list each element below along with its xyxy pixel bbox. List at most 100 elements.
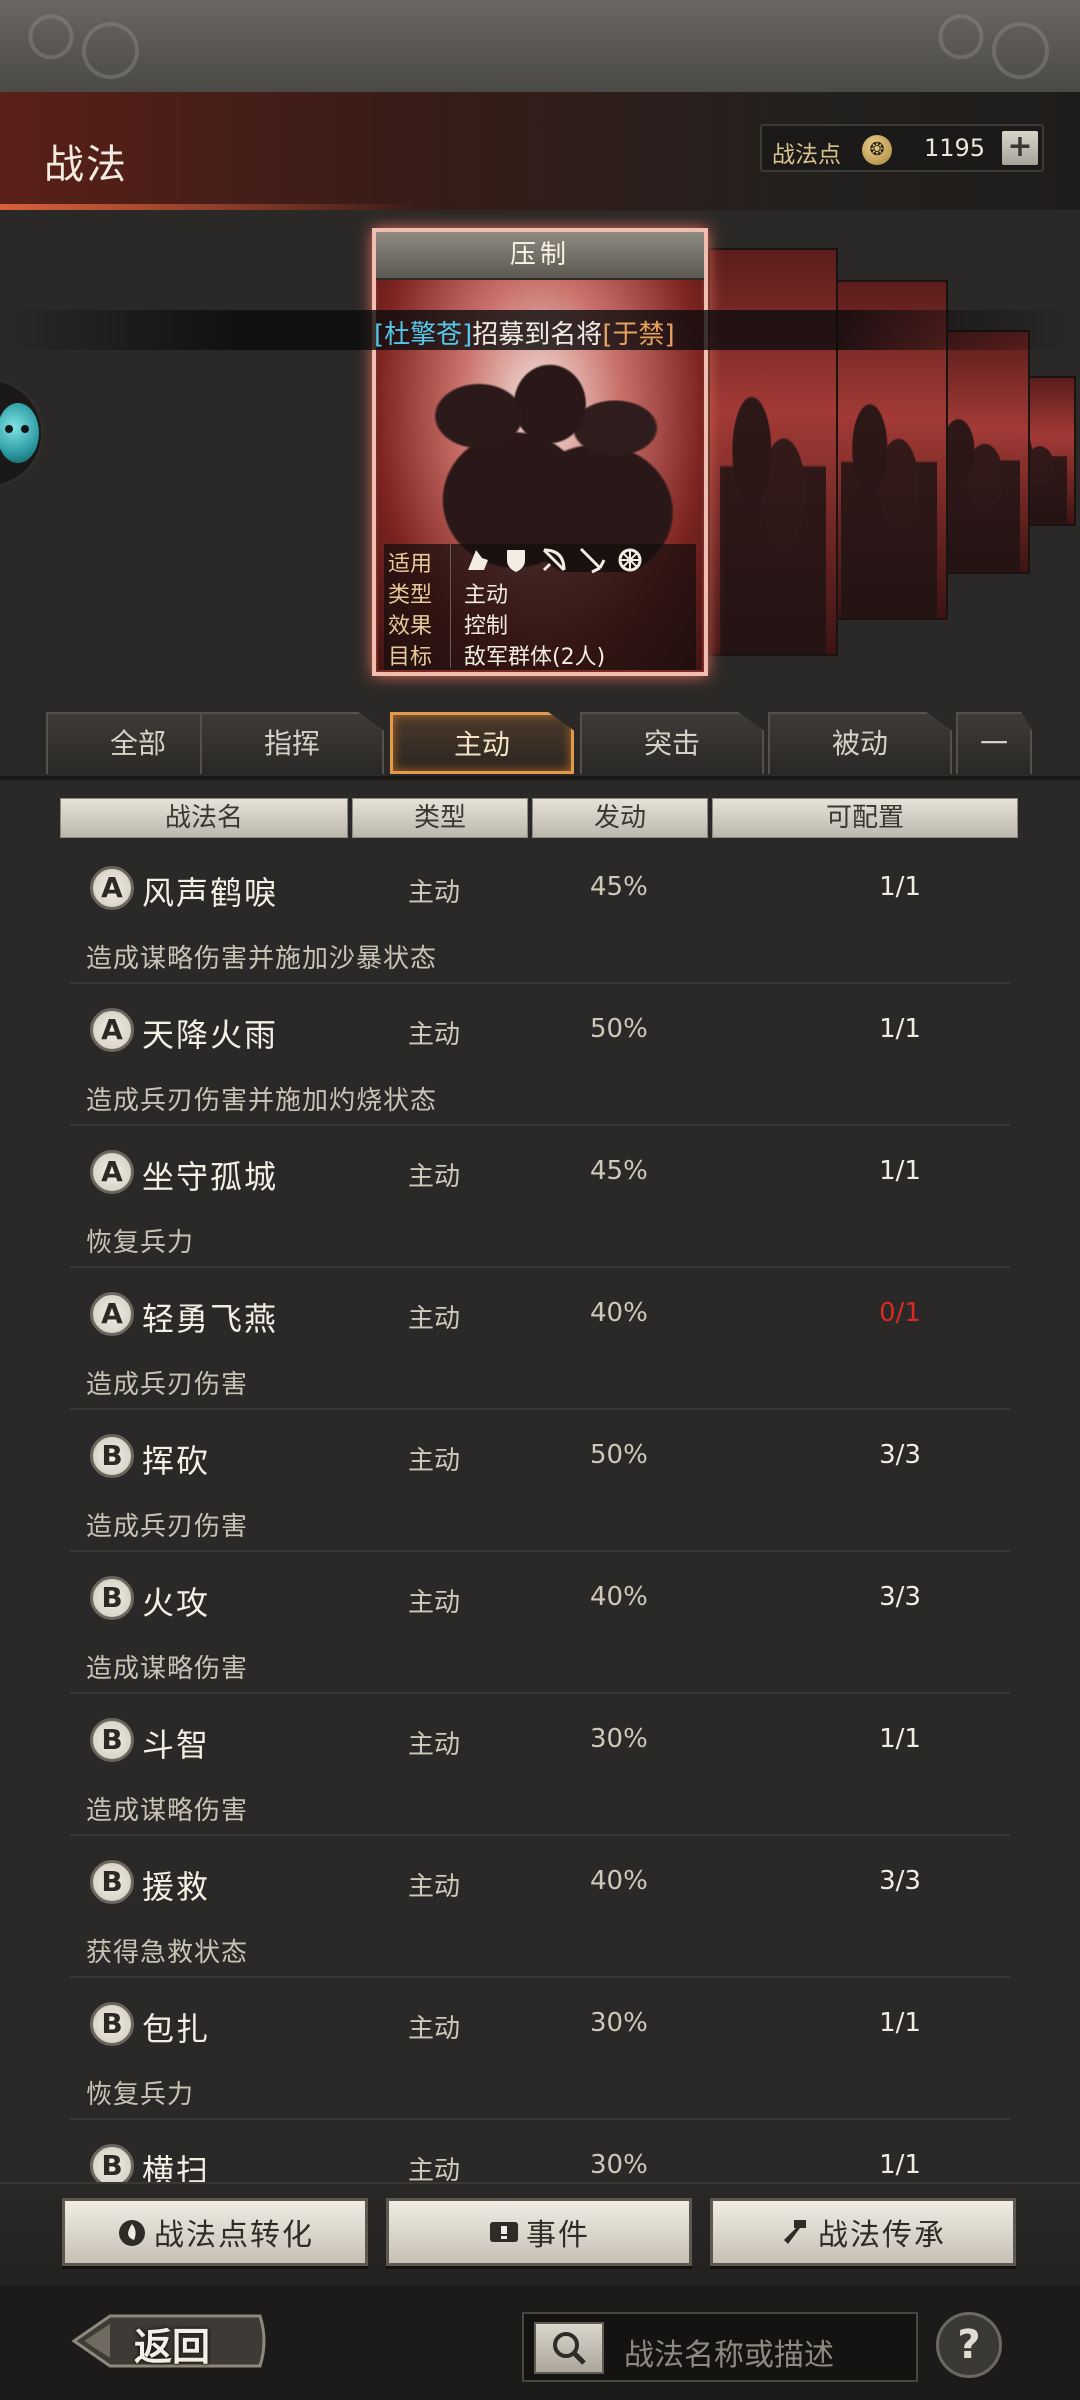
tab-command[interactable]: 指挥 bbox=[200, 712, 384, 774]
general-name: [于禁] bbox=[602, 320, 675, 350]
troop-icons bbox=[464, 546, 644, 574]
search-icon bbox=[553, 2332, 586, 2365]
shield-icon bbox=[507, 550, 525, 572]
skill-trigger-rate: 50% bbox=[590, 1014, 648, 1044]
skill-trigger-rate: 30% bbox=[590, 2008, 648, 2038]
skill-trigger-rate: 50% bbox=[590, 1440, 648, 1470]
recruit-broadcast-banner: [杜擎苍]招募到名将[于禁] bbox=[0, 310, 1080, 350]
skill-description: 造成谋略伤害并施加沙暴状态 bbox=[86, 944, 438, 974]
skill-name: 斗智 bbox=[142, 1726, 211, 1764]
skill-trigger-rate: 30% bbox=[590, 1724, 648, 1754]
skill-config-count: 1/1 bbox=[879, 1156, 921, 1186]
events-button[interactable]: 事件 bbox=[386, 2198, 692, 2266]
side-avatar[interactable] bbox=[0, 378, 44, 488]
skill-points-value: 1195 bbox=[924, 134, 986, 162]
convert-points-label: 战法点转化 bbox=[154, 2218, 314, 2253]
bow-icon bbox=[542, 548, 566, 572]
grade-badge: B bbox=[90, 1434, 134, 1478]
convert-points-button[interactable]: 战法点转化 bbox=[62, 2198, 368, 2266]
warriors-illustration bbox=[396, 332, 692, 572]
page-title: 战法 bbox=[44, 142, 128, 188]
tab-more[interactable]: 一 bbox=[956, 712, 1032, 774]
skill-row[interactable]: B 火攻 主动 40% 3/3 造成谋略伤害 bbox=[70, 1552, 1010, 1694]
featured-skill-card[interactable]: 压制 适用 类型 主动 效果 控制 目标 敌军群体(2人) bbox=[372, 228, 708, 676]
skill-row[interactable]: B 横扫 主动 30% 1/1 bbox=[70, 2120, 1010, 2182]
skill-points-label: 战法点 bbox=[772, 142, 841, 168]
skill-row[interactable]: B 包扎 主动 30% 1/1 恢复兵力 bbox=[70, 1978, 1010, 2120]
skill-point-coin-icon: ❂ bbox=[862, 135, 892, 165]
skill-name: 挥砍 bbox=[142, 1442, 211, 1480]
inherit-skill-label: 战法传承 bbox=[818, 2218, 946, 2253]
tab-active[interactable]: 主动 bbox=[390, 712, 574, 774]
skill-type: 主动 bbox=[408, 1304, 461, 1334]
skill-type: 主动 bbox=[408, 2156, 461, 2182]
tab-assault[interactable]: 突击 bbox=[580, 712, 764, 774]
skill-trigger-rate: 45% bbox=[590, 872, 648, 902]
skill-row[interactable]: B 斗智 主动 30% 1/1 造成谋略伤害 bbox=[70, 1694, 1010, 1836]
info-row-type: 类型 主动 bbox=[384, 575, 696, 608]
grade-badge: B bbox=[90, 1576, 134, 1620]
skill-row[interactable]: B 挥砍 主动 50% 3/3 造成兵刃伤害 bbox=[70, 1410, 1010, 1552]
info-row-target: 目标 敌军群体(2人) bbox=[384, 637, 696, 670]
skill-config-count: 3/3 bbox=[879, 1582, 921, 1612]
card-info-panel: 适用 类型 主动 效果 控制 目标 敌军群体(2人) bbox=[384, 544, 696, 670]
help-button[interactable]: ? bbox=[936, 2312, 1002, 2378]
skill-type: 主动 bbox=[408, 2014, 461, 2044]
recruit-text: 招募到名将 bbox=[472, 320, 603, 350]
skill-row[interactable]: A 天降火雨 主动 50% 1/1 造成兵刃伤害并施加灼烧状态 bbox=[70, 984, 1010, 1126]
grade-badge: B bbox=[90, 1718, 134, 1762]
skill-description: 恢复兵力 bbox=[86, 2080, 195, 2110]
inherit-skill-button[interactable]: 战法传承 bbox=[710, 2198, 1016, 2266]
spear-icon bbox=[579, 547, 606, 574]
column-header-type[interactable]: 类型 bbox=[352, 798, 528, 838]
back-label: 返回 bbox=[134, 2325, 211, 2369]
skill-description: 获得急救状态 bbox=[86, 1938, 249, 1968]
skill-type: 主动 bbox=[408, 1588, 461, 1618]
skill-name: 轻勇飞燕 bbox=[142, 1300, 279, 1338]
skill-config-count: 1/1 bbox=[879, 1724, 921, 1754]
skill-description: 造成兵刃伤害 bbox=[86, 1370, 249, 1400]
skill-trigger-rate: 40% bbox=[590, 1298, 648, 1328]
applicable-label: 适用 bbox=[388, 552, 433, 577]
skill-trigger-rate: 30% bbox=[590, 2150, 648, 2180]
grade-badge: B bbox=[90, 1860, 134, 1904]
column-header-config[interactable]: 可配置 bbox=[712, 798, 1018, 838]
skill-name: 横扫 bbox=[142, 2152, 211, 2182]
skill-type: 主动 bbox=[408, 1872, 461, 1902]
skill-name: 风声鹤唳 bbox=[142, 874, 279, 912]
skill-row[interactable]: A 坐守孤城 主动 45% 1/1 恢复兵力 bbox=[70, 1126, 1010, 1268]
info-row-effect: 效果 控制 bbox=[384, 606, 696, 639]
type-value: 主动 bbox=[464, 583, 509, 608]
search-input[interactable]: 战法名称或描述 bbox=[624, 2330, 834, 2374]
category-tabs: 全部 指挥 主动 突击 被动 一 bbox=[46, 712, 1046, 776]
top-decor-band bbox=[0, 0, 1080, 92]
skill-row[interactable]: B 援救 主动 40% 3/3 获得急救状态 bbox=[70, 1836, 1010, 1978]
back-button[interactable]: 返回 bbox=[70, 2306, 270, 2376]
cloud-ornament bbox=[910, 0, 1080, 92]
skill-description: 造成谋略伤害 bbox=[86, 1796, 249, 1826]
cavalry-icon bbox=[468, 550, 488, 570]
avatar-face-icon bbox=[0, 403, 39, 463]
chariot-icon bbox=[618, 548, 642, 572]
skill-row[interactable]: A 风声鹤唳 主动 45% 1/1 造成谋略伤害并施加沙暴状态 bbox=[70, 842, 1010, 984]
skill-name: 天降火雨 bbox=[142, 1016, 279, 1054]
add-points-button[interactable]: + bbox=[1002, 131, 1038, 165]
search-button[interactable] bbox=[534, 2322, 604, 2374]
skill-type: 主动 bbox=[408, 1730, 461, 1760]
flame-icon bbox=[119, 2220, 145, 2246]
skill-trigger-rate: 40% bbox=[590, 1582, 648, 1612]
skill-config-count: 1/1 bbox=[879, 2150, 921, 2180]
tab-passive[interactable]: 被动 bbox=[768, 712, 952, 774]
skill-config-count: 3/3 bbox=[879, 1440, 921, 1470]
search-box[interactable]: 战法名称或描述 bbox=[522, 2312, 918, 2382]
grade-badge: A bbox=[90, 866, 134, 910]
column-header-name[interactable]: 战法名 bbox=[60, 798, 348, 838]
column-header-trigger[interactable]: 发动 bbox=[532, 798, 708, 838]
header: 战法 战法点 ❂ 1195 + bbox=[0, 92, 1080, 210]
skill-row[interactable]: A 轻勇飞燕 主动 40% 0/1 造成兵刃伤害 bbox=[70, 1268, 1010, 1410]
events-label: 事件 bbox=[526, 2218, 590, 2253]
skill-description: 造成谋略伤害 bbox=[86, 1654, 249, 1684]
skill-config-count: 1/1 bbox=[879, 2008, 921, 2038]
skill-description: 造成兵刃伤害 bbox=[86, 1512, 249, 1542]
skill-points-box: 战法点 ❂ 1195 + bbox=[760, 124, 1044, 172]
